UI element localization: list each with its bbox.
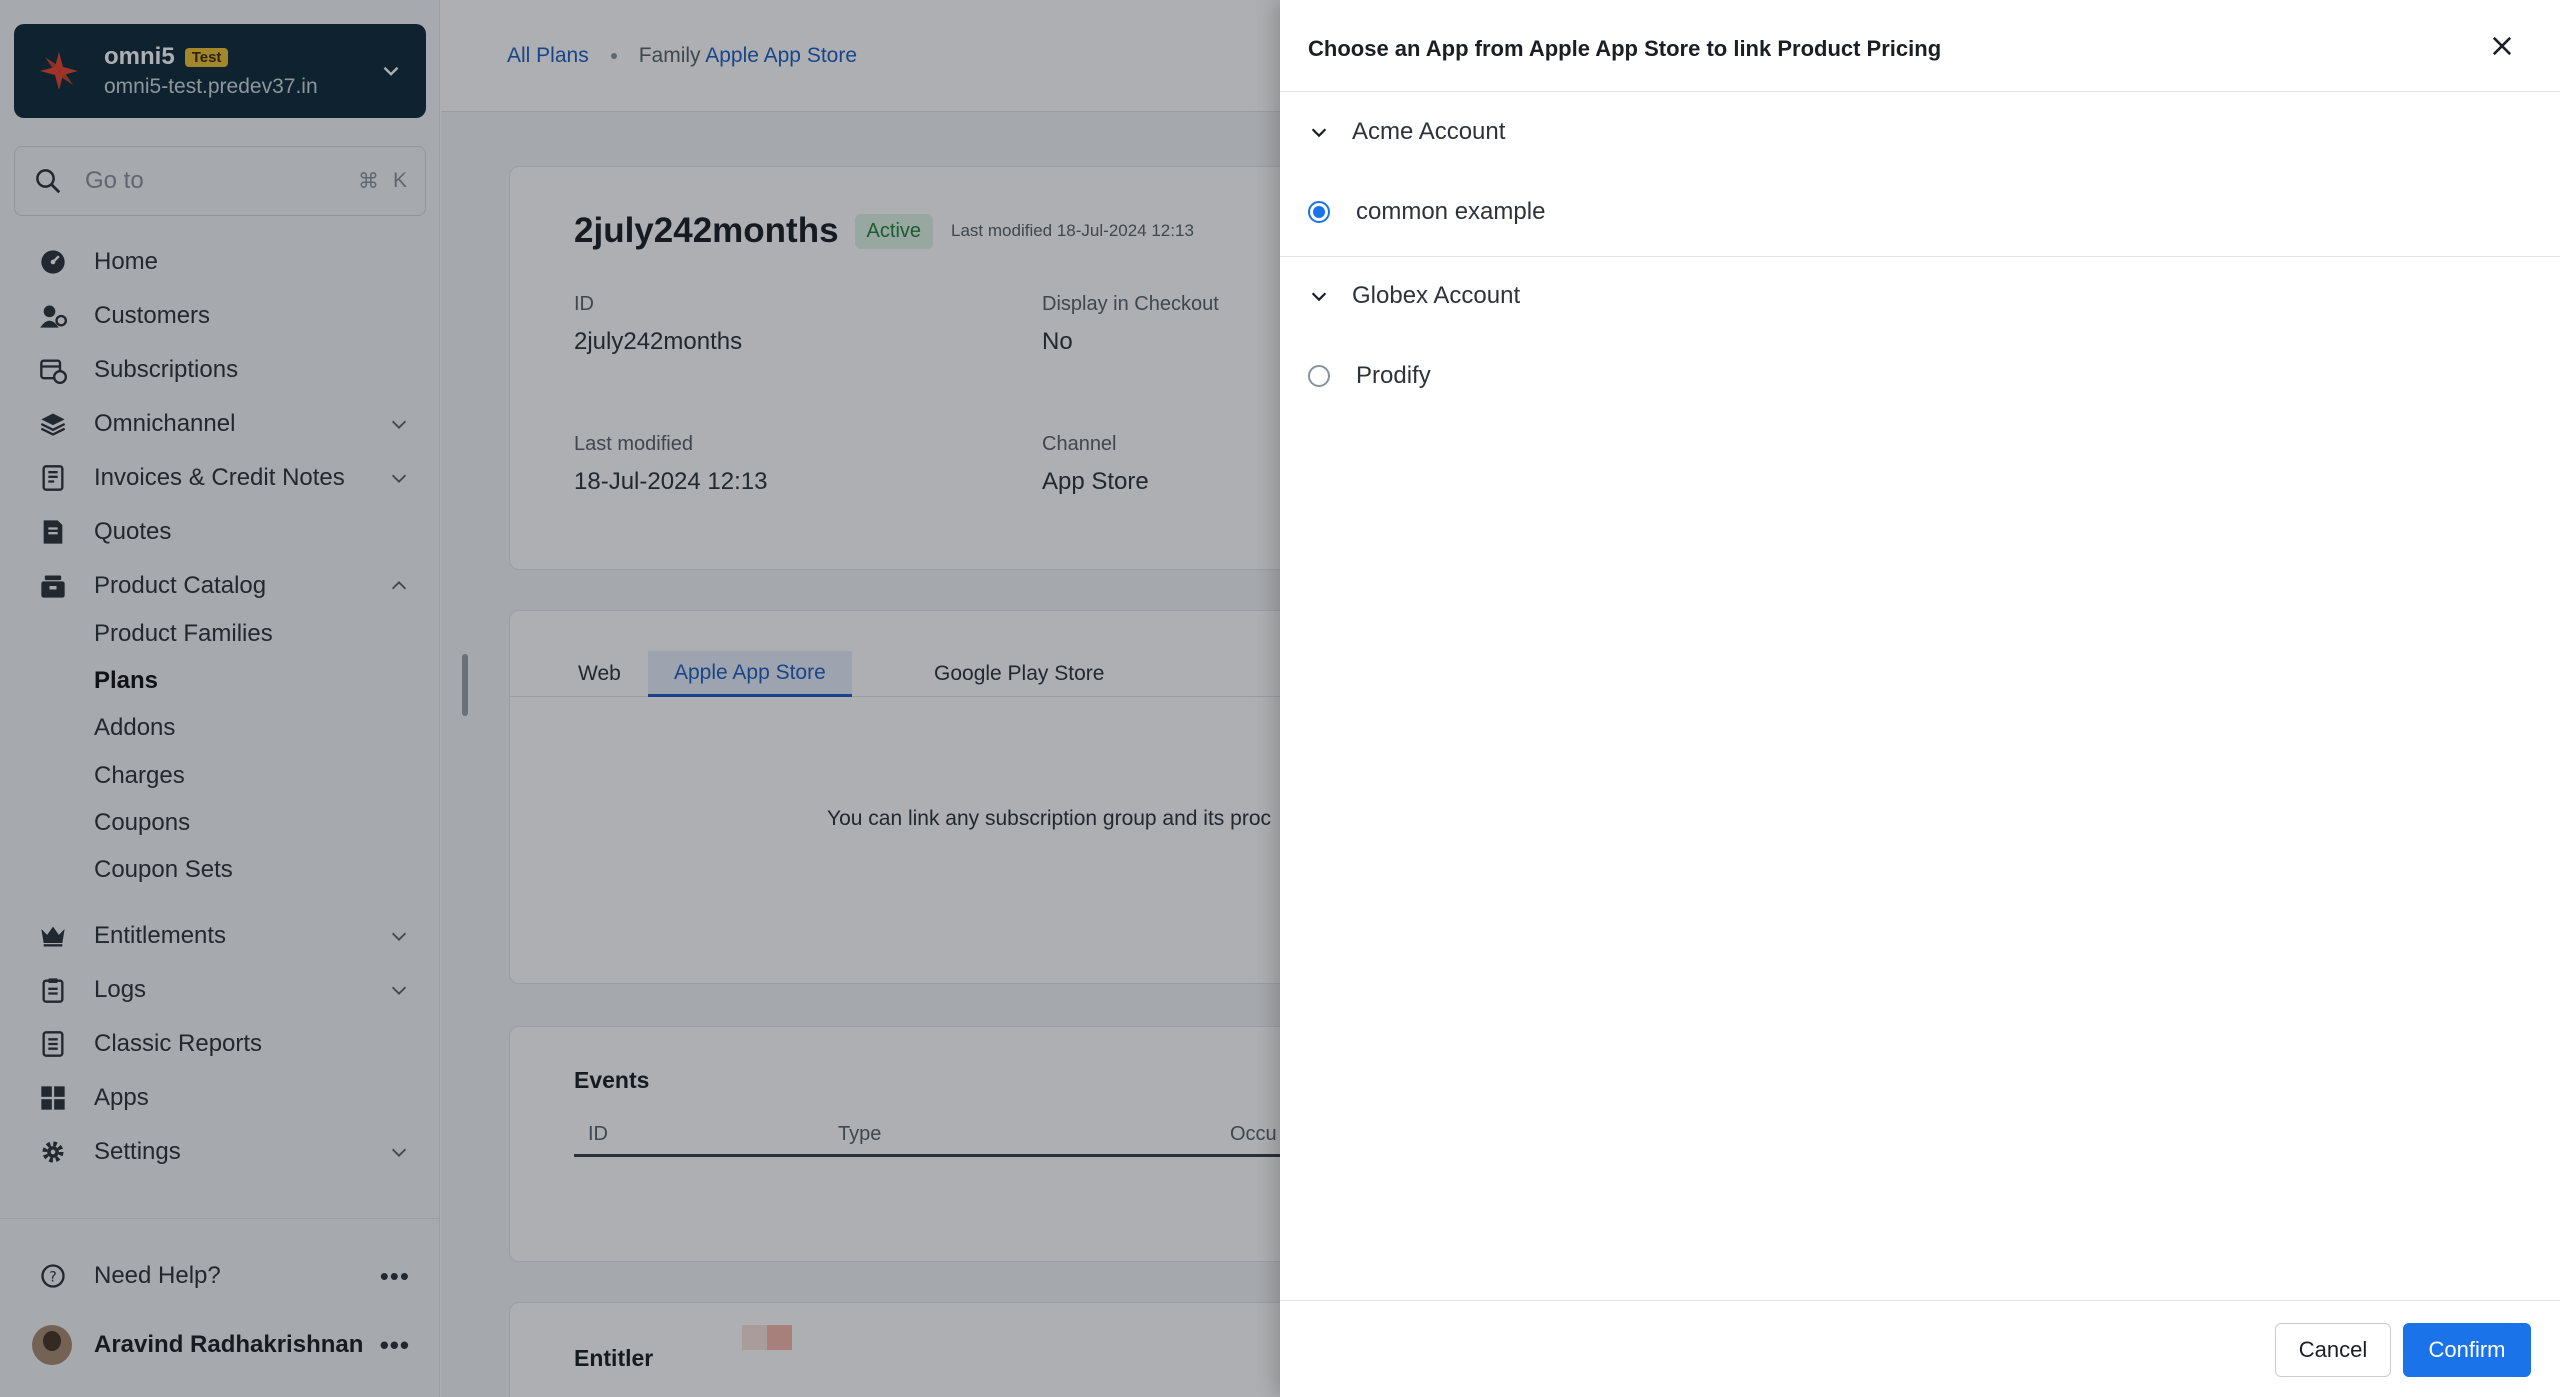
drawer-footer: Cancel Confirm xyxy=(1280,1300,2560,1397)
modal-backdrop[interactable] xyxy=(0,0,1280,1397)
drawer-title: Choose an App from Apple App Store to li… xyxy=(1308,36,1942,61)
account-group-globex[interactable]: Globex Account xyxy=(1308,276,1520,316)
app-option-label: Prodify xyxy=(1356,362,1431,389)
app-option-label: common example xyxy=(1356,198,1546,225)
radio-selected[interactable] xyxy=(1308,201,1330,223)
account-group-name: Globex Account xyxy=(1352,282,1521,309)
chevron-down-icon xyxy=(1311,128,1327,138)
app-option-common-example[interactable]: common example xyxy=(1308,192,1545,232)
confirm-button[interactable]: Confirm xyxy=(2403,1323,2531,1377)
drawer-header: Choose an App from Apple App Store to li… xyxy=(1280,0,2560,92)
close-icon[interactable] xyxy=(2488,32,2516,60)
account-group-acme[interactable]: Acme Account xyxy=(1308,112,1505,152)
group-divider xyxy=(1280,256,2560,257)
cancel-button[interactable]: Cancel xyxy=(2275,1323,2391,1377)
link-app-drawer: Choose an App from Apple App Store to li… xyxy=(1280,0,2560,1397)
radio-unselected[interactable] xyxy=(1308,365,1330,387)
chevron-down-icon xyxy=(1311,292,1327,302)
app-option-prodify[interactable]: Prodify xyxy=(1308,356,1431,396)
account-group-name: Acme Account xyxy=(1352,118,1506,145)
